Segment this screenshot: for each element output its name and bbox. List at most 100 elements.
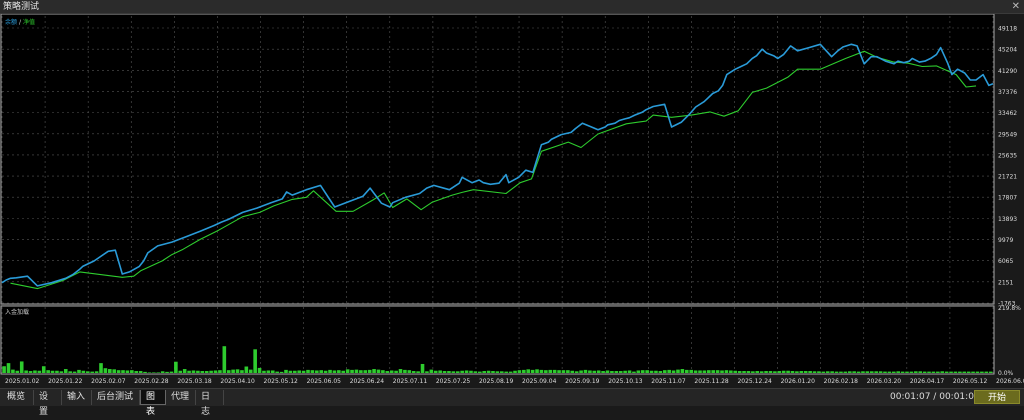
deposit-bar — [262, 370, 266, 373]
deposit-bar — [689, 369, 693, 373]
deposit-bar — [363, 370, 368, 373]
deposit-bar — [583, 369, 588, 373]
deposit-bar — [962, 371, 967, 373]
time-info: 00:01:07 / 00:01:07 — [890, 390, 980, 405]
deposit-bar — [301, 370, 306, 373]
deposit-bar — [156, 372, 161, 373]
x-tick-label: 2025.01.02 — [5, 378, 40, 385]
x-tick-label: 2026.04.17 — [910, 378, 945, 385]
deposit-bar — [729, 370, 733, 373]
deposit-bar — [231, 369, 235, 373]
deposit-bar — [491, 371, 495, 373]
deposit-bar — [636, 370, 641, 373]
tab-3[interactable]: 后台测试 — [92, 390, 140, 405]
deposit-bar — [596, 370, 601, 373]
x-tick-label: 2025.06.05 — [307, 378, 342, 385]
y-tick-label-lower: 219.8% — [998, 305, 1021, 312]
deposit-bar — [187, 370, 191, 373]
deposit-bar — [376, 369, 381, 373]
deposit-bar — [812, 371, 817, 373]
deposit-bar — [495, 371, 500, 373]
y-tick-label: 2151 — [998, 279, 1013, 286]
deposit-bar — [367, 369, 372, 373]
deposit-bar — [486, 370, 491, 373]
deposit-bar — [469, 370, 473, 373]
deposit-bar — [649, 370, 654, 373]
close-icon[interactable]: ✕ — [1012, 0, 1020, 14]
deposit-bar — [72, 371, 77, 373]
deposit-bar — [411, 371, 416, 373]
deposit-bar — [830, 371, 834, 373]
y-tick-label: 33462 — [998, 110, 1017, 117]
tab-2[interactable]: 输入 — [62, 390, 92, 405]
deposit-bar — [341, 370, 346, 373]
deposit-bar — [24, 370, 28, 373]
deposit-bar — [953, 371, 958, 373]
deposit-bar — [33, 370, 37, 373]
deposit-bar — [284, 369, 288, 373]
deposit-bar — [253, 349, 257, 373]
tab-0[interactable]: 概览 — [2, 390, 34, 405]
deposit-bar — [297, 370, 302, 373]
deposit-bar — [359, 370, 363, 373]
deposit-bar — [834, 371, 839, 373]
deposit-bar — [28, 371, 33, 373]
deposit-bar — [279, 371, 284, 373]
deposit-bar — [275, 371, 279, 373]
deposit-bar — [473, 371, 478, 373]
deposit-bar — [389, 370, 394, 373]
deposit-bar — [77, 369, 81, 373]
deposit-bar — [429, 369, 434, 373]
deposit-bar — [218, 370, 222, 373]
deposit-bar — [971, 371, 975, 373]
deposit-bar — [372, 369, 376, 373]
start-button[interactable]: 开始 — [974, 390, 1020, 404]
legend-balance: 余额 — [5, 18, 17, 26]
deposit-bar — [702, 370, 707, 373]
x-tick-label: 2026.02.18 — [824, 378, 859, 385]
deposit-bar — [751, 371, 755, 373]
bottom-tab-bar: 概览 设置 输入 后台测试 图表 代理 日志 00:01:07 / 00:01:07 开始 — [0, 388, 1024, 417]
deposit-bar — [566, 370, 570, 373]
deposit-bar — [85, 371, 90, 373]
x-tick-label: 2025.04.10 — [220, 378, 255, 385]
x-tick-label: 2025.02.07 — [91, 378, 126, 385]
deposit-bar — [733, 370, 738, 373]
deposit-bar — [914, 371, 918, 373]
deposit-bar — [332, 370, 337, 373]
deposit-bar — [226, 370, 231, 373]
deposit-bar — [570, 370, 575, 373]
deposit-bar — [874, 371, 878, 373]
deposit-bar — [601, 371, 605, 373]
deposit-bar — [508, 371, 513, 373]
deposit-bar — [425, 371, 429, 373]
deposit-bar — [108, 369, 112, 373]
deposit-bar — [949, 371, 953, 373]
deposit-bar — [773, 371, 777, 373]
deposit-bar — [746, 371, 751, 373]
deposit-bar — [759, 371, 764, 373]
tab-4[interactable]: 图表 — [140, 390, 166, 417]
deposit-bar — [310, 370, 315, 373]
deposit-bar — [447, 371, 451, 373]
deposit-bar — [667, 369, 671, 373]
deposit-bar — [821, 371, 826, 373]
deposit-bar — [381, 370, 385, 373]
deposit-bar — [847, 371, 852, 373]
deposit-bar — [927, 371, 931, 373]
deposit-bar — [632, 371, 636, 373]
deposit-bar — [936, 371, 940, 373]
deposit-bar — [764, 371, 768, 373]
y-tick-label: 45204 — [998, 47, 1017, 54]
deposit-bar — [781, 370, 786, 373]
deposit-bar — [988, 371, 993, 373]
x-tick-label: 2025.11.28 — [694, 378, 729, 385]
tab-6[interactable]: 日志 — [196, 390, 224, 417]
deposit-bar — [99, 363, 103, 373]
deposit-bar — [742, 371, 746, 373]
x-tick-label: 2025.03.18 — [177, 378, 212, 385]
deposit-bar — [711, 370, 716, 373]
deposit-bar — [865, 371, 870, 373]
tab-5[interactable]: 代理 — [166, 390, 196, 405]
tab-1[interactable]: 设置 — [34, 390, 62, 417]
